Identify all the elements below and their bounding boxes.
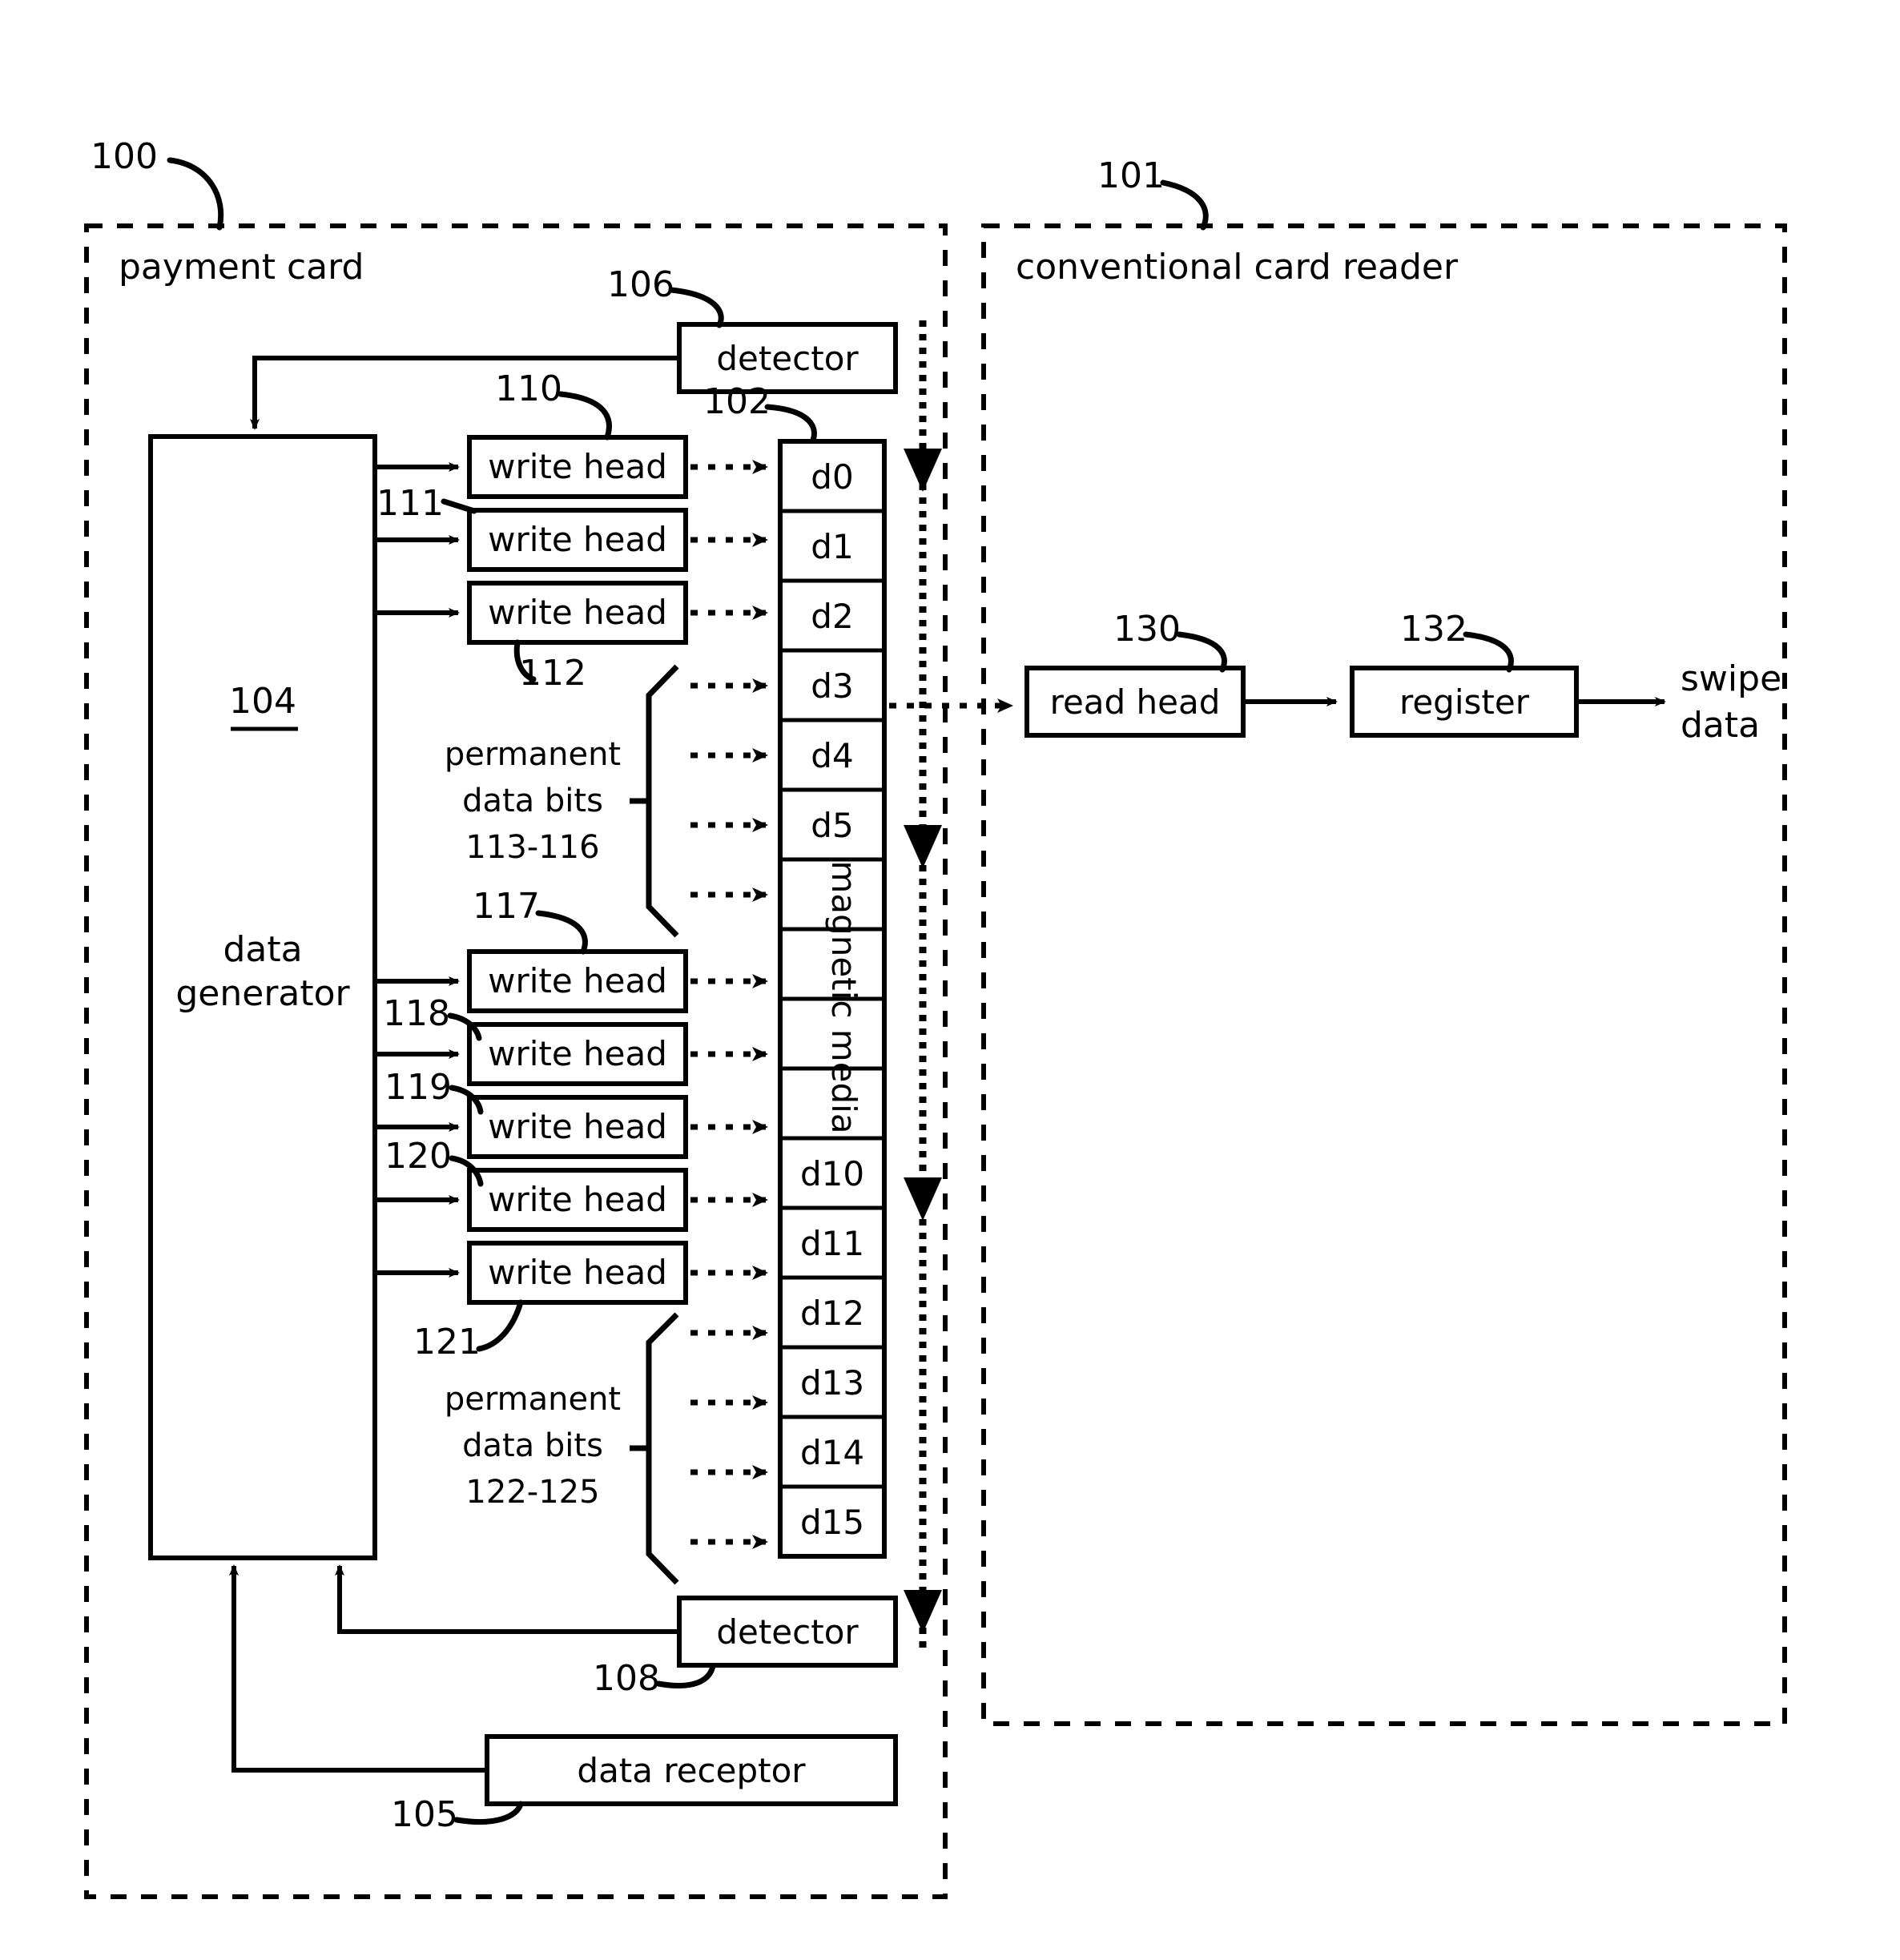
patent-diagram: payment card 100 conventional card reade… [84, 136, 1787, 1899]
permanent-bits-bottom-line2: data bits [462, 1427, 603, 1464]
media-cell-d15: d15 [800, 1503, 864, 1542]
permanent-bits-top-line3: 113-116 [465, 829, 599, 866]
panel-payment-card-label: payment card [119, 247, 364, 288]
media-cell-d10: d10 [800, 1154, 864, 1193]
data-generator-label-line2: generator [175, 973, 350, 1014]
write-head-119-label: write head [488, 1107, 667, 1146]
write-head-120-label: write head [488, 1180, 667, 1219]
wire-data-receptor-to-generator [229, 1564, 487, 1773]
write-head-111-label: write head [488, 520, 667, 559]
write-head-112-label: write head [488, 593, 667, 632]
permanent-bits-bracket-bottom [630, 1312, 679, 1585]
leader-100 [167, 157, 224, 231]
leader-110 [558, 391, 612, 441]
detector-top-label: detector [716, 339, 859, 378]
swipe-direction-arrow-1 [904, 449, 942, 492]
ref-110: 110 [495, 368, 562, 409]
wire-detector-bottom-to-generator [335, 1564, 679, 1634]
media-cell-d14: d14 [800, 1433, 864, 1472]
ref-108: 108 [593, 1658, 660, 1699]
swipe-direction-arrow-4 [904, 1590, 942, 1633]
leader-101 [1160, 179, 1209, 231]
media-cell-d4: d4 [811, 736, 853, 775]
leader-106 [668, 287, 724, 328]
ref-130: 130 [1113, 609, 1181, 650]
media-cell-d2: d2 [811, 597, 853, 636]
ref-104: 104 [229, 681, 296, 722]
ref-105: 105 [391, 1794, 458, 1835]
detector-bottom-label: detector [716, 1612, 859, 1652]
leader-117 [535, 910, 588, 955]
ref-102: 102 [703, 381, 771, 422]
permanent-bits-bracket-top [630, 664, 679, 938]
ref-106: 106 [607, 264, 674, 305]
media-cell-d12: d12 [800, 1294, 864, 1333]
permanent-bits-top-line1: permanent [445, 736, 621, 773]
read-head-label: read head [1050, 682, 1221, 722]
leader-132 [1463, 631, 1514, 673]
ref-100: 100 [91, 136, 158, 177]
ref-112: 112 [519, 653, 586, 694]
leader-121 [476, 1299, 524, 1352]
swipe-direction-arrow-3 [904, 1177, 942, 1221]
data-generator-label-line1: data [223, 929, 302, 970]
media-cell-d0: d0 [811, 457, 853, 497]
ref-118: 118 [383, 993, 450, 1034]
media-cell-d11: d11 [800, 1224, 864, 1263]
permanent-bits-top-line2: data bits [462, 783, 603, 819]
ref-132: 132 [1400, 609, 1467, 650]
leader-130 [1176, 631, 1227, 673]
leader-102 [764, 404, 817, 445]
swipe-data-line1: swipe [1681, 658, 1781, 699]
ref-117: 117 [473, 886, 540, 927]
wire-detector-top-to-generator [250, 356, 679, 430]
ref-121: 121 [413, 1322, 481, 1362]
figure-canvas: payment card 100 conventional card reade… [0, 0, 1900, 1960]
write-head-117-label: write head [488, 961, 667, 1000]
leader-108 [655, 1663, 716, 1689]
ref-120: 120 [384, 1136, 452, 1177]
write-head-121-label: write head [488, 1253, 667, 1292]
swipe-direction-arrow-2 [904, 825, 942, 868]
write-head-118-label: write head [488, 1034, 667, 1073]
ref-111: 111 [376, 483, 444, 524]
data-receptor-label: data receptor [577, 1751, 806, 1790]
ref-101: 101 [1097, 155, 1165, 196]
write-head-110-label: write head [488, 447, 667, 486]
media-cell-d13: d13 [800, 1363, 864, 1403]
magnetic-media-label: magnetic media [824, 860, 863, 1133]
leader-111 [441, 498, 477, 514]
media-cell-d1: d1 [811, 527, 853, 566]
media-cell-d3: d3 [811, 666, 853, 706]
panel-card-reader [981, 223, 1787, 1726]
ref-119: 119 [384, 1067, 452, 1108]
register-label: register [1399, 682, 1530, 722]
leader-105 [453, 1801, 524, 1825]
media-cell-d5: d5 [811, 806, 853, 845]
panel-card-reader-label: conventional card reader [1016, 247, 1459, 288]
swipe-data-line2: data [1681, 705, 1760, 746]
permanent-bits-bottom-line1: permanent [445, 1381, 621, 1418]
permanent-bits-bottom-line3: 122-125 [465, 1474, 599, 1511]
